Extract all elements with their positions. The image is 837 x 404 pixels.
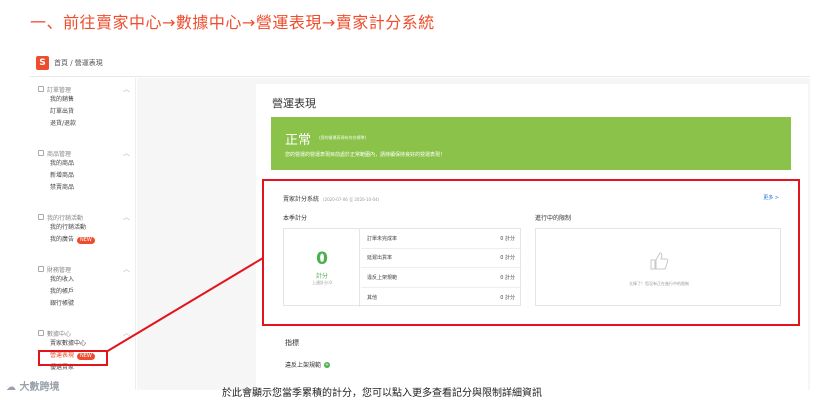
chevron-up-icon[interactable]: ︿ — [123, 328, 130, 338]
sidebar-item-ads[interactable]: 我的廣告 NEW — [38, 234, 130, 246]
sidebar-group-title: 數據中心 — [47, 330, 72, 338]
cloud-icon: ☁ — [6, 382, 20, 393]
sidebar-group-title: 我的行銷活動 — [47, 214, 84, 222]
caption: 於此會顯示您當季累積的計分，您可以點入更多查看記分與限制詳細資訊 — [222, 388, 542, 399]
sidebar: 訂單管理 ︿ 我的銷售 訂單出貨 退貨/退款 商品管理 ︿ 我的商品 新增商品 … — [30, 78, 136, 390]
indicators-card: 指標 違反上架規範 + — [271, 328, 791, 390]
sidebar-group-title: 商品管理 — [47, 150, 72, 158]
instruction-headline: 一、前往賣家中心→數據中心→營運表現→賣家計分系統 — [30, 13, 435, 32]
sidebar-group-title: 訂單管理 — [47, 86, 72, 94]
sidebar-group-marketing: 我的行銷活動 ︿ 我的行銷活動 我的廣告 NEW — [38, 212, 130, 246]
sidebar-item-marketing[interactable]: 我的行銷活動 — [38, 222, 130, 234]
chevron-up-icon[interactable]: ︿ — [123, 212, 130, 222]
topbar-divider — [30, 76, 810, 77]
sidebar-group-orders: 訂單管理 ︿ 我的銷售 訂單出貨 退貨/退款 — [38, 84, 130, 130]
chevron-up-icon[interactable]: ︿ — [123, 148, 130, 158]
chart-icon — [38, 330, 44, 336]
tag-icon — [38, 214, 44, 220]
highlight-box-score — [262, 179, 800, 326]
chevron-up-icon[interactable]: ︿ — [123, 84, 130, 94]
sidebar-item-seller-data[interactable]: 賣家數據中心 — [38, 338, 130, 350]
sidebar-group-header[interactable]: 數據中心 ︿ — [38, 328, 130, 338]
watermark-logo: ☁ 大數跨境 — [6, 378, 59, 393]
sidebar-group-finance: 財務管理 ︿ 我的收入 我的帳戶 銀行帳號 — [38, 264, 130, 310]
sidebar-item-add-product[interactable]: 新增商品 — [38, 170, 130, 182]
product-icon — [38, 150, 44, 156]
sidebar-item-my-products[interactable]: 我的商品 — [38, 158, 130, 170]
sidebar-item-banned-products[interactable]: 禁賣商品 — [38, 182, 130, 194]
sidebar-item-returns[interactable]: 退貨/退款 — [38, 118, 130, 130]
indicators-subtitle-text: 違反上架規範 — [285, 362, 322, 369]
sidebar-group-header[interactable]: 財務管理 ︿ — [38, 264, 130, 274]
sidebar-group-products: 商品管理 ︿ 我的商品 新增商品 禁賣商品 — [38, 148, 130, 194]
sidebar-item-shipment[interactable]: 訂單出貨 — [38, 106, 130, 118]
sidebar-item-account[interactable]: 我的帳戶 — [38, 286, 130, 298]
sidebar-group-title: 財務管理 — [47, 266, 72, 274]
order-icon — [38, 86, 44, 92]
sidebar-group-header[interactable]: 訂單管理 ︿ — [38, 84, 130, 94]
sidebar-group-header[interactable]: 商品管理 ︿ — [38, 148, 130, 158]
highlight-box-sidebar — [38, 350, 108, 366]
status-label: 正常 — [285, 133, 312, 148]
page-title: 營運表現 — [272, 97, 316, 110]
sidebar-item-income[interactable]: 我的收入 — [38, 274, 130, 286]
indicators-subtitle[interactable]: 違反上架規範 + — [285, 360, 331, 369]
seller-topbar: S 首頁 / 營運表現 — [36, 54, 103, 72]
sidebar-item-bank[interactable]: 銀行帳號 — [38, 298, 130, 310]
sidebar-item-label: 我的廣告 — [50, 236, 75, 243]
plus-circle-icon[interactable]: + — [324, 361, 331, 368]
status-banner: 正常 (您的營運表現有符合標準) 您的營運的營運表現目前處於正常範圍內，請持續保… — [271, 117, 791, 170]
wallet-icon — [38, 266, 44, 272]
status-description: 您的營運的營運表現目前處於正常範圍內，請持續保持良好的營運表現！ — [285, 152, 446, 158]
new-badge: NEW — [77, 236, 95, 244]
indicators-title: 指標 — [285, 339, 299, 347]
shopee-logo-icon[interactable]: S — [36, 56, 49, 70]
watermark-text: 大數跨境 — [19, 382, 60, 393]
sidebar-item-my-sales[interactable]: 我的銷售 — [38, 94, 130, 106]
page: 一、前往賣家中心→數據中心→營運表現→賣家計分系統 S 首頁 / 營運表現 訂單… — [0, 0, 837, 404]
status-note: (您的營運表現有符合標準) — [319, 135, 367, 140]
sidebar-group-header[interactable]: 我的行銷活動 ︿ — [38, 212, 130, 222]
chevron-up-icon[interactable]: ︿ — [123, 264, 130, 274]
breadcrumb[interactable]: 首頁 / 營運表現 — [54, 58, 103, 68]
